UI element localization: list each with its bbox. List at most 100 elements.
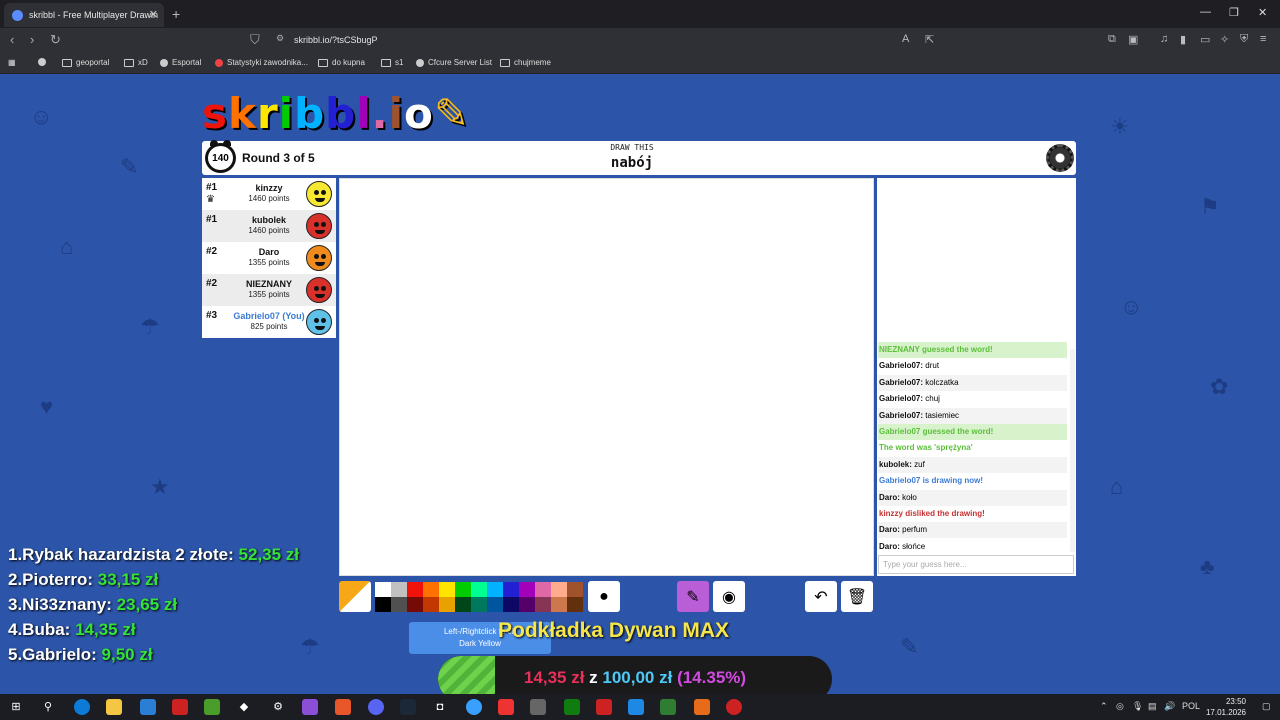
color-swatch[interactable] bbox=[535, 597, 551, 612]
app-icon[interactable] bbox=[140, 699, 156, 715]
chat-scrollbar[interactable] bbox=[1070, 349, 1075, 552]
color-swatch[interactable] bbox=[455, 597, 471, 612]
menu-icon[interactable]: ≡ bbox=[1260, 33, 1266, 45]
app-icon[interactable] bbox=[726, 699, 742, 715]
notification-icon[interactable]: ▢ bbox=[1262, 701, 1271, 712]
bookmark-geoportal[interactable]: geoportal bbox=[62, 58, 109, 67]
tray-app-icon[interactable]: ◎ bbox=[1116, 701, 1124, 712]
color-swatch[interactable] bbox=[423, 597, 439, 612]
file-explorer-icon[interactable] bbox=[106, 699, 122, 715]
app-icon[interactable] bbox=[498, 699, 514, 715]
bookmark-s1[interactable]: s1 bbox=[381, 58, 403, 67]
taskbar-clock[interactable]: 23:50 17.01.2026 bbox=[1206, 696, 1246, 718]
discord-icon[interactable] bbox=[368, 699, 384, 715]
guess-input[interactable]: Type your guess here... bbox=[878, 555, 1074, 574]
color-swatch[interactable] bbox=[439, 582, 455, 597]
language-indicator[interactable]: POL bbox=[1182, 701, 1200, 711]
color-swatch[interactable] bbox=[535, 582, 551, 597]
fill-bucket-icon[interactable]: ◉ bbox=[713, 581, 745, 612]
color-swatch[interactable] bbox=[471, 597, 487, 612]
bookmark-statystyki[interactable]: Statystyki zawodnika... bbox=[215, 58, 308, 67]
extensions-icon[interactable]: ⧉ bbox=[1108, 33, 1116, 46]
app-icon[interactable] bbox=[628, 699, 644, 715]
microphone-icon[interactable]: 🎙 bbox=[1132, 701, 1143, 712]
player-row[interactable]: #1 kubolek 1460 points bbox=[202, 210, 336, 242]
bookmark-cfcure[interactable]: Cfcure Server List bbox=[416, 58, 492, 67]
color-swatch[interactable] bbox=[519, 597, 535, 612]
bookmark-xd[interactable]: xD bbox=[124, 58, 148, 67]
color-swatch[interactable] bbox=[551, 597, 567, 612]
screenshot-icon[interactable]: ▣ bbox=[1128, 33, 1138, 46]
color-swatch[interactable] bbox=[471, 582, 487, 597]
settings-gear-icon[interactable] bbox=[1046, 144, 1074, 172]
color-swatch[interactable] bbox=[519, 582, 535, 597]
edge-icon[interactable] bbox=[74, 699, 90, 715]
color-swatch[interactable] bbox=[503, 597, 519, 612]
vpn-icon[interactable]: ⛨ bbox=[1240, 33, 1248, 46]
app-icon[interactable]: ◘ bbox=[432, 699, 448, 715]
undo-icon[interactable]: ↶ bbox=[805, 581, 837, 612]
bookmark-chujmeme[interactable]: chujmeme bbox=[500, 58, 551, 67]
network-icon[interactable]: ▤ bbox=[1148, 701, 1157, 712]
window-close-icon[interactable]: ✕ bbox=[1258, 6, 1267, 19]
color-swatch[interactable] bbox=[567, 582, 583, 597]
color-swatch[interactable] bbox=[487, 597, 503, 612]
trash-icon[interactable]: 🗑 bbox=[841, 581, 873, 612]
reload-icon[interactable]: ↻ bbox=[50, 32, 61, 48]
search-icon[interactable]: ⚲ bbox=[40, 699, 56, 715]
browser-tab[interactable]: skribbl - Free Multiplayer Drawin ✕ bbox=[4, 3, 164, 27]
bookmark-globe-icon[interactable] bbox=[38, 58, 46, 66]
brush-size-icon[interactable]: ● bbox=[588, 581, 620, 612]
color-swatch[interactable] bbox=[391, 582, 407, 597]
url-field[interactable]: ⚙ skribbl.io/?tsCSbugP bbox=[268, 31, 988, 49]
color-swatch[interactable] bbox=[567, 597, 583, 612]
bookmark-do-kupna[interactable]: do kupna bbox=[318, 58, 365, 67]
tray-chevron-icon[interactable]: ⌃ bbox=[1100, 701, 1108, 712]
color-swatch[interactable] bbox=[375, 597, 391, 612]
maximize-icon[interactable]: ❐ bbox=[1229, 6, 1239, 19]
pen-icon[interactable]: ✎ bbox=[677, 581, 709, 612]
translate-icon[interactable]: A bbox=[902, 33, 909, 45]
apps-icon[interactable]: ▦ bbox=[8, 58, 16, 67]
epic-icon[interactable]: ◆ bbox=[236, 699, 252, 715]
brave-icon[interactable] bbox=[335, 699, 351, 715]
bookmark-esportal[interactable]: Esportal bbox=[160, 58, 201, 67]
share-icon[interactable]: ⇱ bbox=[925, 33, 934, 46]
minecraft-icon[interactable] bbox=[660, 699, 676, 715]
back-icon[interactable]: ‹ bbox=[10, 32, 14, 47]
player-row-self[interactable]: #3 Gabrielo07 (You) 825 points bbox=[202, 306, 336, 338]
player-row[interactable]: #2 Daro 1355 points bbox=[202, 242, 336, 274]
settings-icon[interactable]: ⚙ bbox=[270, 699, 286, 715]
color-swatch[interactable] bbox=[407, 597, 423, 612]
player-row[interactable]: #1 ♛ kinzzy 1460 points bbox=[202, 178, 336, 210]
windows-start-icon[interactable]: ⊞ bbox=[8, 699, 24, 715]
minimize-icon[interactable]: — bbox=[1200, 6, 1211, 18]
volume-icon[interactable]: 🔊 bbox=[1164, 701, 1175, 712]
app-icon[interactable] bbox=[530, 699, 546, 715]
media-icon[interactable]: ♫ bbox=[1160, 33, 1168, 45]
sidebar-icon[interactable]: ▮ bbox=[1180, 33, 1186, 46]
color-swatch[interactable] bbox=[407, 582, 423, 597]
color-swatch[interactable] bbox=[455, 582, 471, 597]
wallet-icon[interactable]: ▭ bbox=[1200, 33, 1210, 46]
color-preview-icon[interactable] bbox=[339, 581, 371, 612]
drawing-canvas[interactable] bbox=[339, 178, 874, 576]
steam-icon[interactable] bbox=[400, 699, 416, 715]
app-icon[interactable] bbox=[596, 699, 612, 715]
new-tab-button[interactable]: + bbox=[172, 6, 180, 22]
color-swatch[interactable] bbox=[439, 597, 455, 612]
app-icon[interactable] bbox=[466, 699, 482, 715]
app-icon[interactable] bbox=[694, 699, 710, 715]
app-icon[interactable] bbox=[172, 699, 188, 715]
xbox-icon[interactable] bbox=[564, 699, 580, 715]
player-row[interactable]: #2 NIEZNANY 1355 points bbox=[202, 274, 336, 306]
leo-ai-icon[interactable]: ✧ bbox=[1220, 33, 1229, 46]
app-icon[interactable] bbox=[302, 699, 318, 715]
forward-icon[interactable]: › bbox=[30, 32, 34, 47]
bookmark-icon[interactable]: ⛉ bbox=[250, 32, 260, 48]
color-swatch[interactable] bbox=[487, 582, 503, 597]
nvidia-icon[interactable] bbox=[204, 699, 220, 715]
color-swatch[interactable] bbox=[503, 582, 519, 597]
color-swatch[interactable] bbox=[375, 582, 391, 597]
color-swatch[interactable] bbox=[391, 597, 407, 612]
